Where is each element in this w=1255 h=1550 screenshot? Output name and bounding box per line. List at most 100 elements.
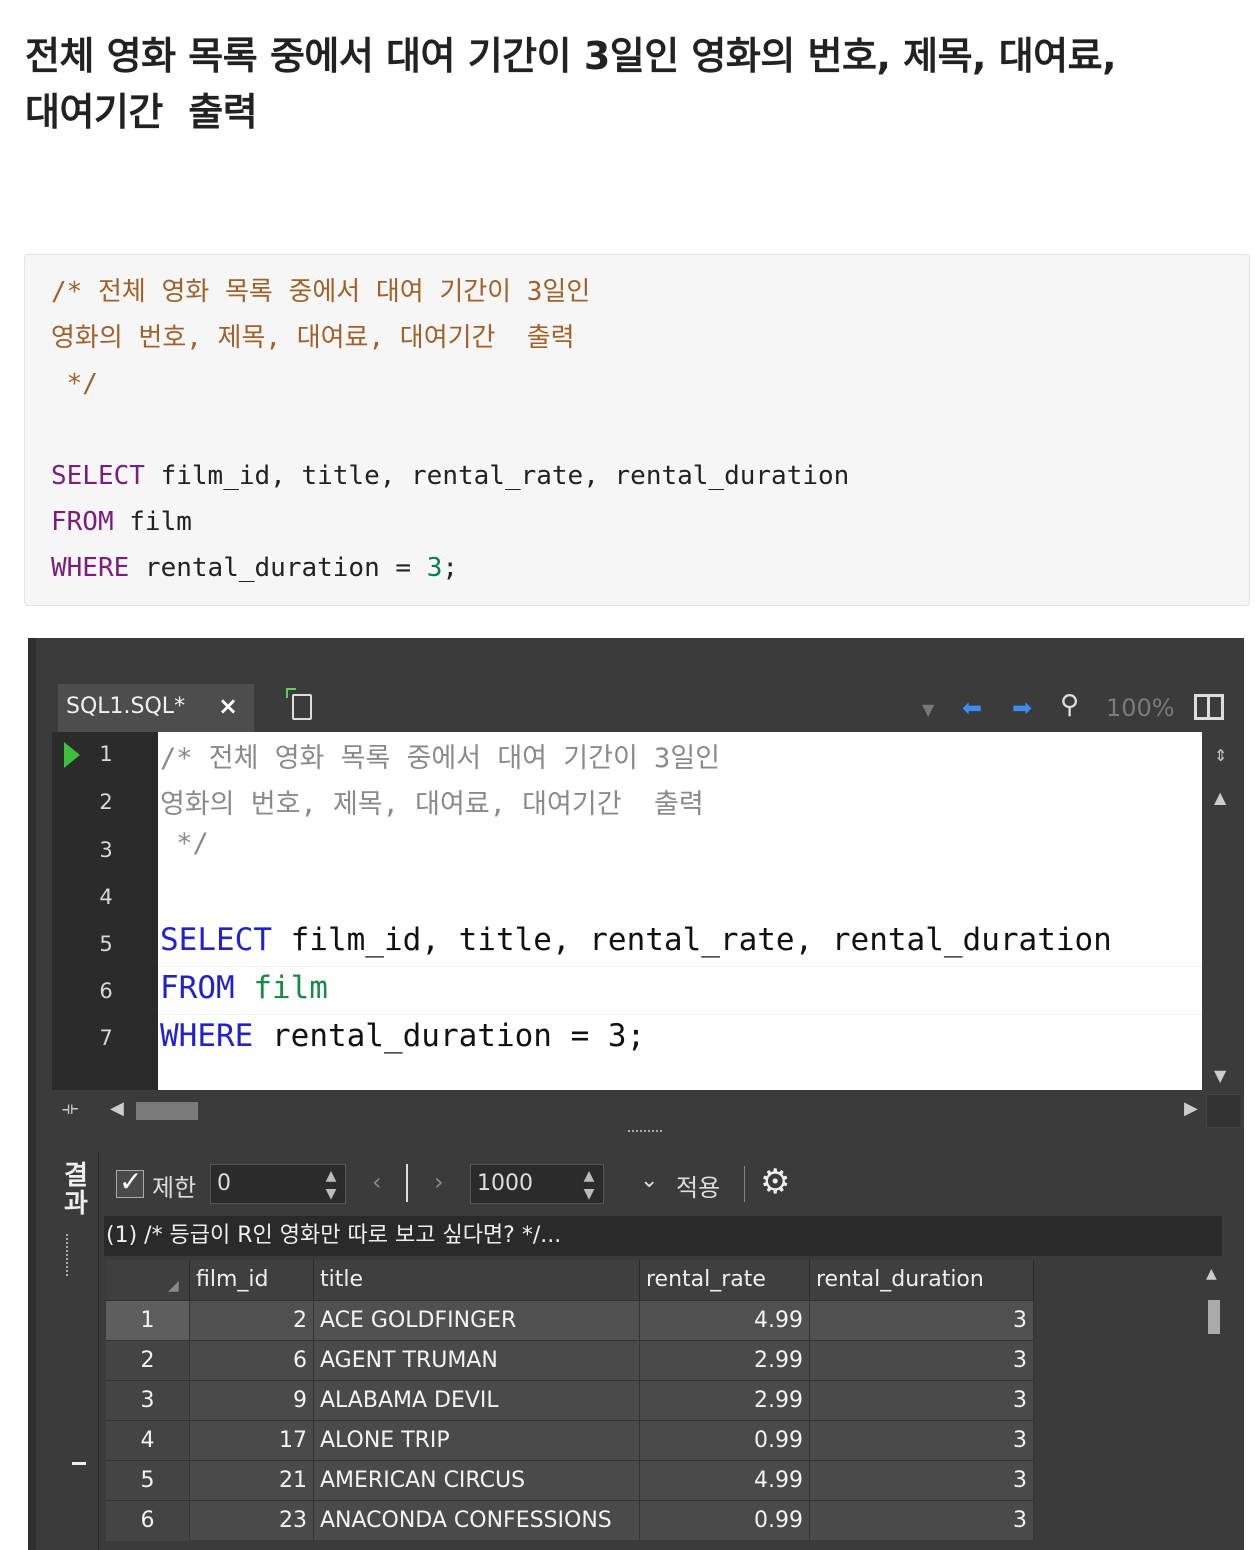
- sql-table: film: [113, 507, 192, 537]
- cell-rental-duration: 3: [810, 1381, 1034, 1421]
- cell-film-id: 23: [190, 1501, 314, 1541]
- sql-keyword: FROM: [51, 507, 114, 537]
- cell-rental-duration: 3: [810, 1421, 1034, 1461]
- sql-keyword: WHERE: [51, 553, 130, 583]
- ide-left-edge: [28, 638, 36, 1550]
- sql-columns: film_id, title, rental_rate, rental_dura…: [271, 922, 1112, 958]
- spin-up-icon[interactable]: ▲: [579, 1167, 599, 1185]
- close-icon[interactable]: ×: [218, 692, 238, 720]
- row-number: 1: [106, 1301, 190, 1341]
- scroll-left-icon[interactable]: ◀: [110, 1098, 124, 1119]
- spin-up-icon[interactable]: ▲: [321, 1167, 341, 1185]
- run-marker-icon[interactable]: [64, 742, 80, 768]
- cell-rental-rate: 4.99: [640, 1461, 810, 1501]
- sql-editor[interactable]: /* 전체 영화 목록 중에서 대여 기간이 3일인 영화의 번호, 제목, 대…: [158, 732, 1202, 1090]
- cell-title: AMERICAN CIRCUS: [314, 1461, 640, 1501]
- forward-arrow-icon[interactable]: ➡: [1012, 694, 1032, 722]
- grid-vertical-scrollbar[interactable]: ▲: [1206, 1260, 1222, 1550]
- cell-rental-duration: 3: [810, 1301, 1034, 1341]
- limit-count-value: 1000: [477, 1171, 533, 1196]
- zoom-level[interactable]: 100%: [1106, 694, 1175, 722]
- limit-start-field[interactable]: 0 ▲ ▼: [210, 1164, 346, 1204]
- results-grid[interactable]: ◢ film_id title rental_rate rental_durat…: [106, 1260, 1222, 1550]
- table-row[interactable]: 2 6 AGENT TRUMAN 2.99 3: [106, 1340, 1034, 1381]
- row-number-header[interactable]: ◢: [106, 1260, 190, 1300]
- editor-horizontal-scrollbar[interactable]: ⟛ ◀ ▶: [52, 1090, 1202, 1130]
- pane-resize-grip[interactable]: [628, 1130, 662, 1140]
- table-row[interactable]: 1 2 ACE GOLDFINGER 4.99 3: [106, 1300, 1034, 1341]
- row-number: 2: [106, 1341, 190, 1381]
- scroll-right-icon[interactable]: ▶: [1184, 1098, 1198, 1119]
- table-row[interactable]: 4 17 ALONE TRIP 0.99 3: [106, 1420, 1034, 1461]
- cell-rental-rate: 0.99: [640, 1501, 810, 1541]
- sql-number: 3: [426, 553, 443, 583]
- back-arrow-icon[interactable]: ⬅: [962, 694, 982, 722]
- scroll-down-icon[interactable]: ▼: [1214, 1066, 1226, 1085]
- editor-line: SELECT film_id, title, rental_rate, rent…: [160, 922, 1112, 958]
- new-tab-icon[interactable]: [286, 688, 312, 720]
- scroll-thumb[interactable]: [1208, 1300, 1220, 1334]
- apply-button[interactable]: 적용: [676, 1168, 720, 1203]
- row-number: 4: [106, 1421, 190, 1461]
- side-grip[interactable]: [66, 1234, 72, 1276]
- scroll-thumb[interactable]: [136, 1102, 198, 1120]
- sql-keyword: WHERE: [160, 1018, 254, 1054]
- tab-sql1[interactable]: SQL1.SQL* ×: [58, 684, 254, 732]
- scroll-splitter-icon[interactable]: ⇕: [1214, 746, 1227, 765]
- table-row[interactable]: 5 21 AMERICAN CIRCUS 4.99 3: [106, 1460, 1034, 1501]
- line-number: 7: [99, 1026, 113, 1050]
- editor-tabbar: SQL1.SQL* × ▼ ⬅ ➡ ⚲ 100%: [52, 684, 1244, 732]
- cell-rental-duration: 3: [810, 1341, 1034, 1381]
- result-query-tab[interactable]: (1) /* 등급이 R인 영화만 따로 보고 싶다면? */...: [104, 1216, 1222, 1256]
- spin-down-icon[interactable]: ▼: [579, 1185, 599, 1203]
- editor-line: 영화의 번호, 제목, 대여료, 대여기간 출력: [160, 789, 704, 820]
- sql-terminator: ;: [442, 553, 459, 583]
- cell-title: ALONE TRIP: [314, 1421, 640, 1461]
- cell-film-id: 6: [190, 1341, 314, 1381]
- column-header[interactable]: title: [314, 1260, 640, 1300]
- collapse-icon[interactable]: [72, 1462, 86, 1465]
- prev-page-icon[interactable]: ‹: [372, 1168, 382, 1196]
- cell-rental-rate: 4.99: [640, 1301, 810, 1341]
- editor-vertical-scrollbar[interactable]: ⇕ ▲ ▼: [1202, 732, 1242, 1090]
- next-page-icon[interactable]: ›: [434, 1168, 444, 1196]
- tab-label: SQL1.SQL*: [66, 694, 186, 719]
- scroll-up-icon[interactable]: ▲: [1206, 1266, 1217, 1282]
- line-separator: [158, 966, 1202, 967]
- split-view-icon[interactable]: [1194, 694, 1224, 720]
- limit-start-value: 0: [217, 1171, 231, 1196]
- code-comment-line: */: [51, 369, 98, 399]
- line-number: 3: [99, 838, 113, 862]
- table-row[interactable]: 3 9 ALABAMA DEVIL 2.99 3: [106, 1380, 1034, 1421]
- limit-count-field[interactable]: 1000 ▲ ▼: [470, 1164, 604, 1204]
- row-number: 5: [106, 1461, 190, 1501]
- splitter-handle-icon[interactable]: ⟛: [62, 1098, 78, 1119]
- line-number: 4: [99, 885, 113, 909]
- scroll-up-icon[interactable]: ▲: [1214, 788, 1226, 807]
- cell-title: AGENT TRUMAN: [314, 1341, 640, 1381]
- results-side-label[interactable]: 결과: [64, 1162, 88, 1218]
- cell-film-id: 17: [190, 1421, 314, 1461]
- code-from-line: FROM film: [51, 499, 192, 545]
- gear-icon[interactable]: ⚙: [760, 1162, 790, 1202]
- zoom-icon[interactable]: ⚲: [1060, 690, 1079, 720]
- column-header[interactable]: rental_duration: [810, 1260, 1034, 1300]
- sql-keyword: SELECT: [160, 922, 272, 958]
- limit-checkbox[interactable]: [116, 1165, 144, 1198]
- chevron-down-icon[interactable]: ⌄: [640, 1168, 658, 1193]
- sql-keyword: FROM: [160, 970, 235, 1006]
- chevron-down-icon[interactable]: ▼: [922, 700, 934, 719]
- sql-condition: rental_duration = 3;: [253, 1018, 646, 1054]
- column-header[interactable]: film_id: [190, 1260, 314, 1300]
- line-number: 6: [99, 979, 113, 1003]
- sql-keyword: SELECT: [51, 461, 145, 491]
- line-separator: [158, 1014, 1202, 1015]
- column-header[interactable]: rental_rate: [640, 1260, 810, 1300]
- sql-table: film: [234, 970, 328, 1006]
- table-row[interactable]: 6 23 ANACONDA CONFESSIONS 0.99 3: [106, 1500, 1034, 1541]
- spin-down-icon[interactable]: ▼: [321, 1185, 341, 1203]
- page-title: 전체 영화 목록 중에서 대여 기간이 3일인 영화의 번호, 제목, 대여료,…: [25, 34, 1117, 134]
- cell-rental-rate: 0.99: [640, 1421, 810, 1461]
- toolbar-separator: [744, 1166, 745, 1202]
- cell-title: ANACONDA CONFESSIONS: [314, 1501, 640, 1541]
